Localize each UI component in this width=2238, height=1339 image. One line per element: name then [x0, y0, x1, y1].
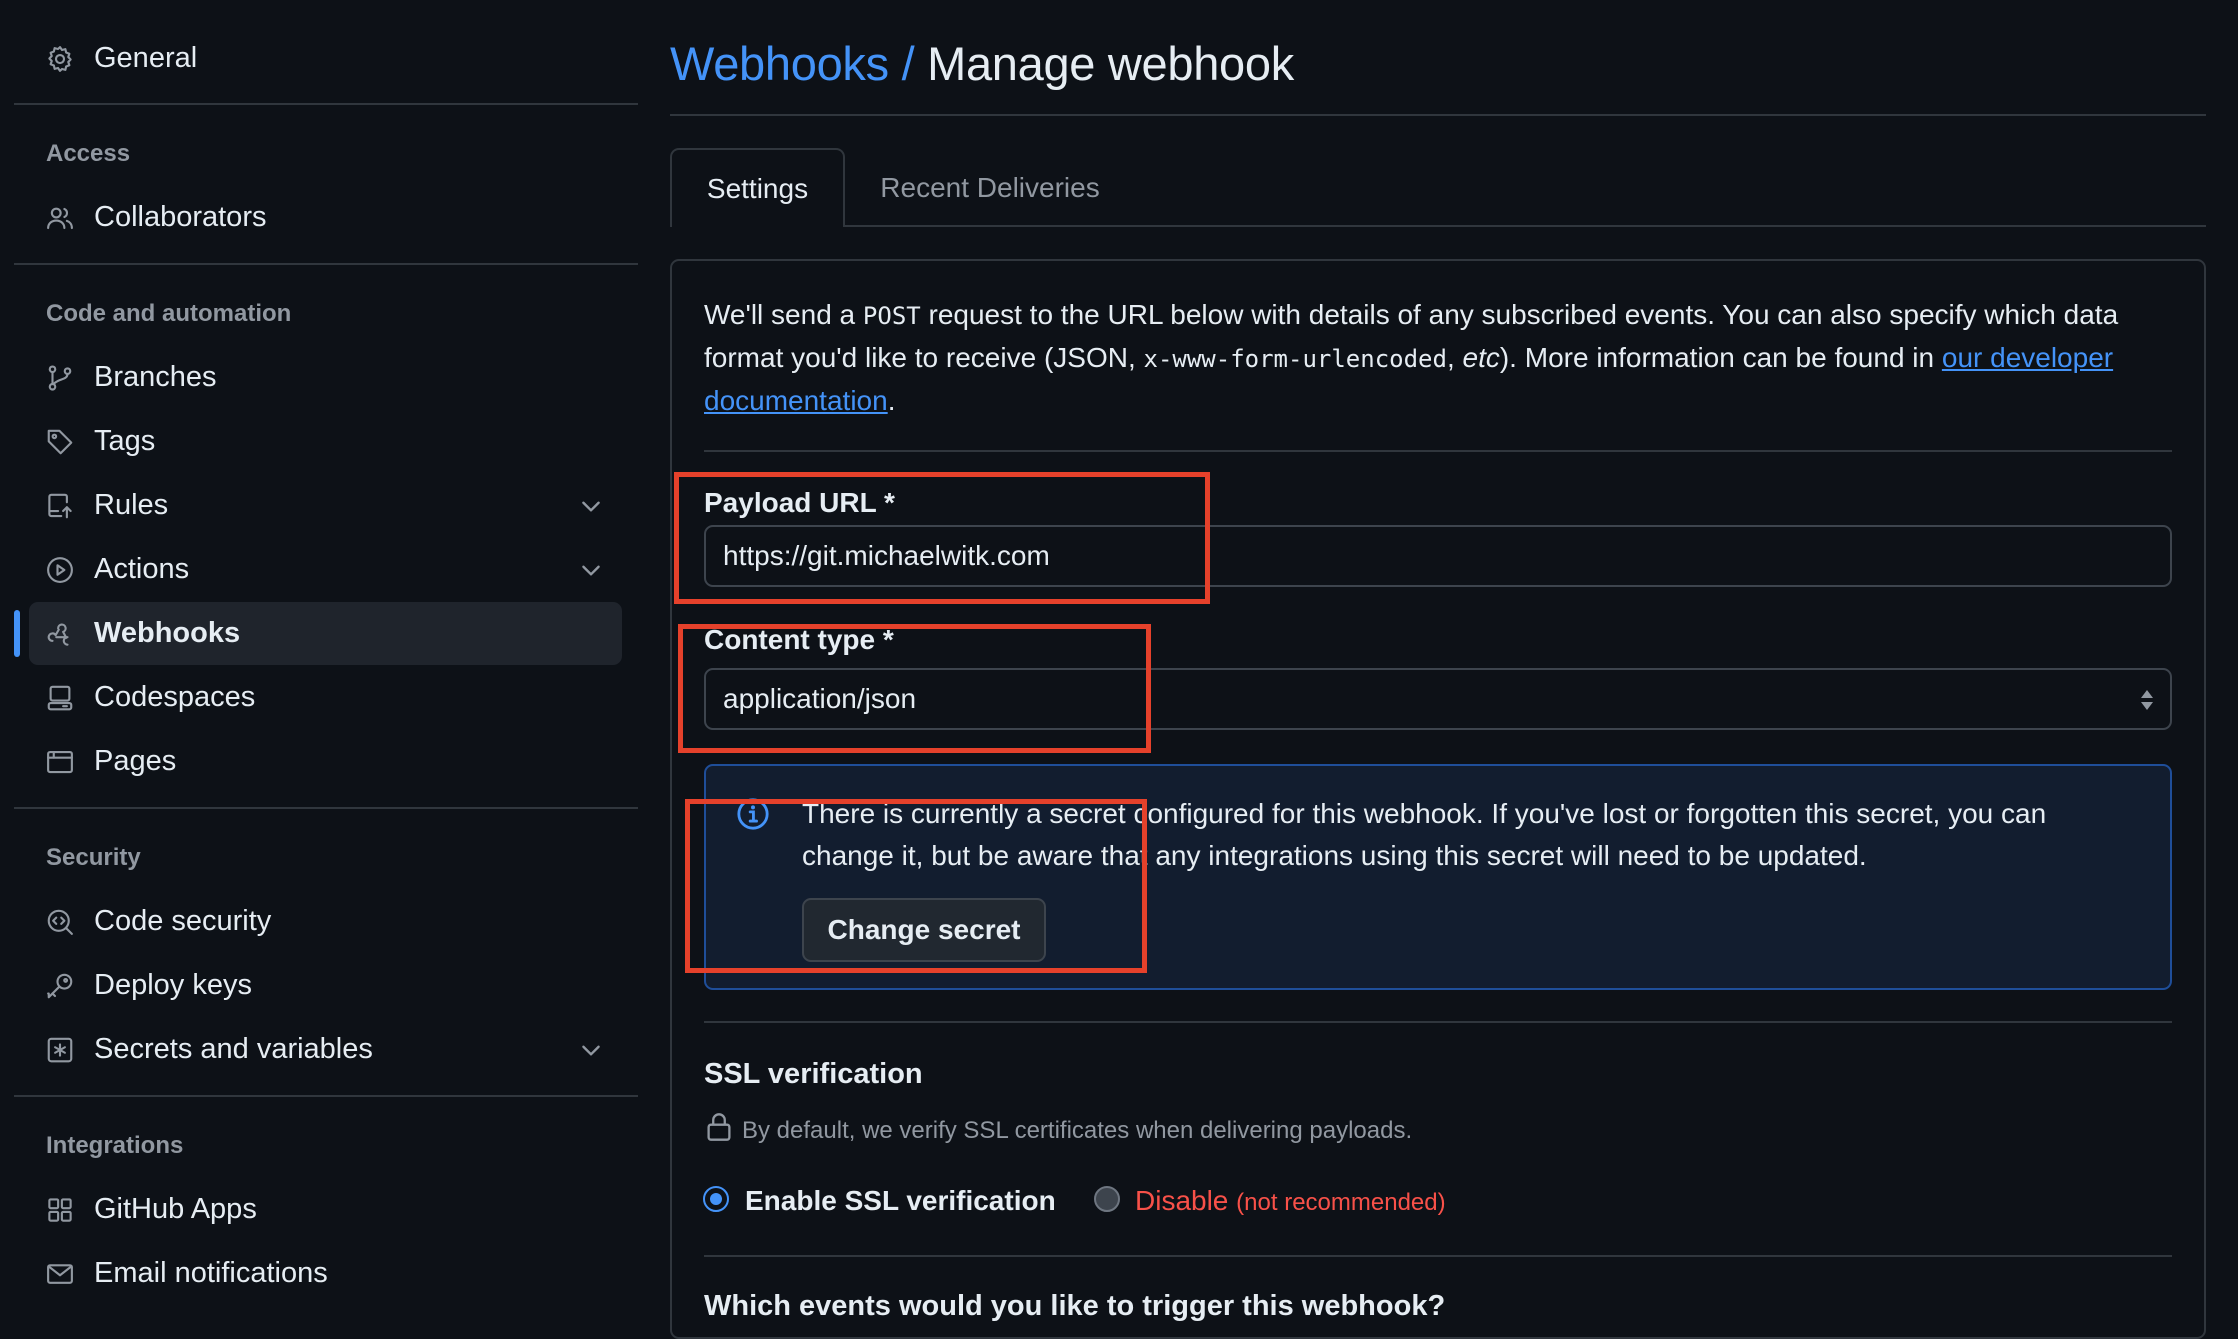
sidebar-item-label: Rules	[94, 489, 169, 521]
sidebar-item-tags[interactable]: Tags	[29, 410, 622, 473]
codespaces-icon	[45, 683, 75, 713]
tab-settings[interactable]: Settings	[670, 148, 845, 227]
sidebar-item-label: Deploy keys	[94, 969, 252, 1001]
sidebar-item-label: Secrets and variables	[94, 1033, 373, 1065]
key-icon	[45, 971, 75, 1001]
enable-ssl-label[interactable]: Enable SSL verification	[745, 1185, 1056, 1217]
chevron-down-icon[interactable]	[578, 493, 604, 519]
sidebar-divider	[14, 103, 638, 105]
gear-icon	[45, 44, 75, 74]
section-heading-security: Security	[46, 844, 141, 871]
sidebar-item-label: Branches	[94, 361, 217, 393]
webhook-icon	[45, 619, 75, 649]
sidebar-item-branches[interactable]: Branches	[29, 346, 622, 409]
settings-sidebar: General Access Collaborators Code and au…	[0, 0, 651, 1308]
repo-push-icon	[45, 491, 75, 521]
section-heading-access: Access	[46, 140, 131, 167]
sidebar-divider	[14, 263, 638, 265]
section-heading-integrations: Integrations	[46, 1132, 184, 1159]
disable-ssl-radio[interactable]	[1094, 1186, 1120, 1212]
not-recommended-note: (not recommended)	[1236, 1189, 1446, 1216]
sidebar-item-label: Tags	[94, 425, 156, 457]
ssl-verification-heading: SSL verification	[704, 1058, 923, 1090]
sidebar-item-code-security[interactable]: Code security	[29, 890, 622, 953]
sidebar-item-label: Webhooks	[94, 617, 241, 649]
page-title: Webhooks / Manage webhook	[670, 36, 1294, 91]
browser-icon	[45, 747, 75, 777]
annotation-box-payload-url	[674, 472, 1210, 604]
people-icon	[45, 203, 75, 233]
active-indicator	[14, 610, 20, 657]
lock-icon	[707, 1113, 731, 1141]
tag-icon	[45, 427, 75, 457]
section-divider	[704, 1021, 2172, 1023]
codescan-icon	[45, 907, 75, 937]
breadcrumb-webhooks[interactable]: Webhooks /	[670, 37, 915, 90]
sidebar-item-webhooks[interactable]: Webhooks	[29, 602, 622, 665]
enable-ssl-radio[interactable]	[703, 1186, 729, 1212]
sidebar-item-actions[interactable]: Actions	[29, 538, 622, 601]
sidebar-divider	[14, 1095, 638, 1097]
tab-recent-deliveries[interactable]: Recent Deliveries	[860, 148, 1120, 227]
code-post: POST	[862, 302, 921, 330]
sidebar-item-deploy-keys[interactable]: Deploy keys	[29, 954, 622, 1017]
asterisk-box-icon	[45, 1035, 75, 1065]
sidebar-item-label: General	[94, 42, 198, 74]
title-divider	[670, 114, 2206, 116]
play-icon	[45, 555, 75, 585]
page-heading: Manage webhook	[927, 37, 1294, 90]
ssl-description: By default, we verify SSL certificates w…	[742, 1117, 1413, 1144]
annotation-box-content-type	[678, 624, 1151, 753]
sidebar-item-label: Code security	[94, 905, 272, 937]
section-divider	[704, 1255, 2172, 1257]
section-heading-code-automation: Code and automation	[46, 300, 292, 327]
sidebar-item-pages[interactable]: Pages	[29, 730, 622, 793]
annotation-box-change-secret	[685, 799, 1147, 973]
chevron-down-icon[interactable]	[578, 1037, 604, 1063]
sidebar-divider	[14, 807, 638, 809]
sidebar-item-label: Email notifications	[94, 1257, 328, 1289]
sidebar-item-general[interactable]: General	[29, 27, 622, 90]
sidebar-item-label: Collaborators	[94, 201, 267, 233]
sidebar-item-secrets-variables[interactable]: Secrets and variables	[29, 1018, 622, 1081]
sidebar-item-rules[interactable]: Rules	[29, 474, 622, 537]
sidebar-item-email-notifications[interactable]: Email notifications	[29, 1242, 622, 1305]
sidebar-item-collaborators[interactable]: Collaborators	[29, 186, 622, 249]
mail-icon	[45, 1259, 75, 1289]
select-arrows-icon	[2141, 690, 2153, 710]
chevron-down-icon[interactable]	[578, 557, 604, 583]
events-question-heading: Which events would you like to trigger t…	[704, 1290, 1446, 1322]
sidebar-item-label: Pages	[94, 745, 177, 777]
sidebar-item-codespaces[interactable]: Codespaces	[29, 666, 622, 729]
sidebar-item-label: GitHub Apps	[94, 1193, 257, 1225]
sidebar-item-github-apps[interactable]: GitHub Apps	[29, 1178, 622, 1241]
branch-icon	[45, 363, 75, 393]
sidebar-item-label: Actions	[94, 553, 190, 585]
intro-text: We'll send a POST request to the URL bel…	[704, 299, 2119, 416]
disable-ssl-label[interactable]: Disable (not recommended)	[1135, 1185, 1446, 1217]
code-urlencoded: x-www-form-urlencoded	[1143, 345, 1447, 373]
section-divider	[704, 450, 2172, 452]
apps-grid-icon	[45, 1195, 75, 1225]
sidebar-item-label: Codespaces	[94, 681, 256, 713]
